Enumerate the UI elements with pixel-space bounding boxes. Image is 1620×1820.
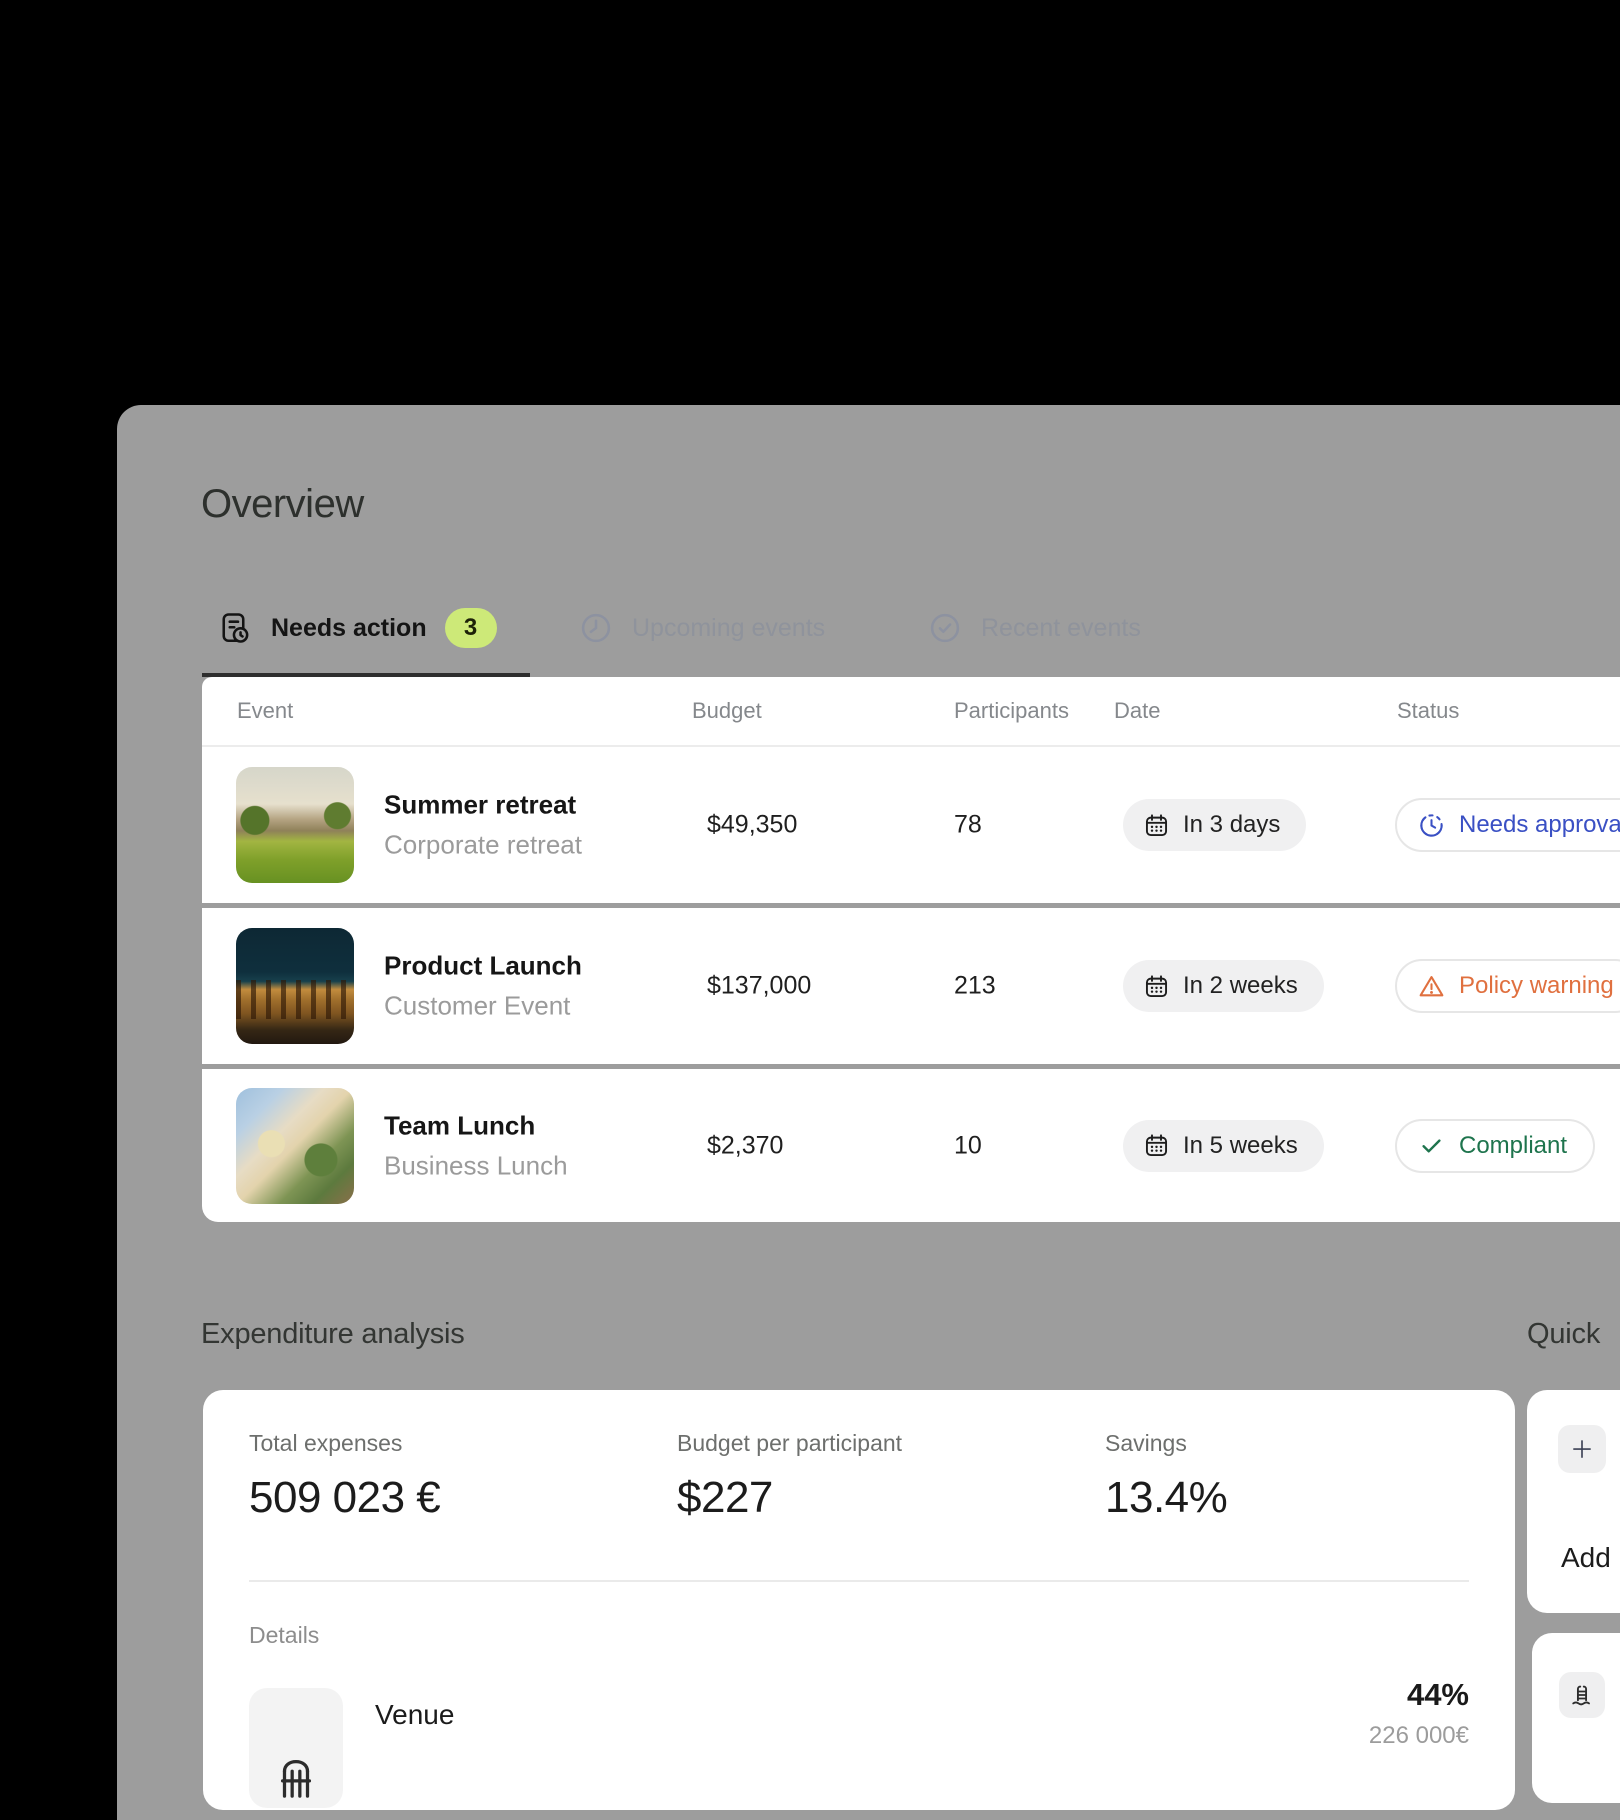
quick-actions-title: Quick (1527, 1318, 1600, 1351)
tab-recent-events[interactable]: Recent events (927, 604, 1141, 652)
tab-upcoming-events[interactable]: Upcoming events (578, 604, 825, 652)
stat-value: $227 (677, 1473, 902, 1523)
add-button[interactable] (1558, 1425, 1606, 1473)
budget-value: $49,350 (707, 811, 797, 840)
venue-icon-box (249, 1688, 343, 1808)
warning-triangle-icon (1417, 972, 1446, 1001)
event-title: Team Lunch (384, 1110, 568, 1141)
tab-needs-action[interactable]: Needs action 3 (202, 604, 530, 652)
check-icon (1417, 1131, 1446, 1160)
table-header: Event Budget Participants Date Status (202, 677, 1620, 747)
status-badge-policy-warning: Policy warning (1395, 959, 1620, 1013)
details-label: Details (249, 1622, 319, 1649)
table-row-team-lunch[interactable]: Team Lunch Business Lunch $2,370 10 In 5… (202, 1069, 1620, 1222)
date-chip: In 5 weeks (1123, 1120, 1324, 1172)
detail-item-percent: 44% (1407, 1678, 1469, 1712)
column-header-event: Event (237, 698, 293, 724)
detail-item-name: Venue (375, 1698, 454, 1732)
stat-label: Total expenses (249, 1430, 440, 1457)
events-table: Event Budget Participants Date Status Su… (202, 677, 1620, 1222)
event-subtitle: Corporate retreat (384, 830, 582, 861)
stat-total-expenses: Total expenses 509 023 € (249, 1430, 440, 1523)
calendar-icon (1143, 973, 1170, 1000)
tab-label: Upcoming events (632, 614, 825, 643)
stat-value: 509 023 € (249, 1473, 440, 1523)
budget-value: $2,370 (707, 1131, 783, 1160)
tab-label: Needs action (271, 614, 427, 643)
quick-action-add-card[interactable]: Add (1527, 1390, 1620, 1613)
date-chip-label: In 5 weeks (1183, 1132, 1298, 1160)
page-title: Overview (201, 482, 364, 527)
column-header-participants: Participants (954, 698, 1069, 724)
plus-icon (1569, 1436, 1595, 1462)
table-row-block: Product Launch Customer Event $137,000 2… (202, 908, 1620, 1064)
status-badge-needs-approval: Needs approval (1395, 798, 1620, 852)
add-card-label: Add (1561, 1542, 1611, 1574)
stat-value: 13.4% (1105, 1473, 1227, 1523)
date-chip-label: In 2 weeks (1183, 972, 1298, 1000)
date-chip: In 3 days (1123, 799, 1306, 851)
column-header-budget: Budget (692, 698, 762, 724)
card-divider (249, 1580, 1469, 1582)
venue-building-icon (273, 1754, 319, 1800)
table-row-product-launch[interactable]: Product Launch Customer Event $137,000 2… (202, 908, 1620, 1064)
date-chip-label: In 3 days (1183, 811, 1280, 839)
column-header-status: Status (1397, 698, 1459, 724)
stat-savings: Savings 13.4% (1105, 1430, 1227, 1523)
date-chip: In 2 weeks (1123, 960, 1324, 1012)
budget-value: $137,000 (707, 972, 811, 1001)
pool-ladder-icon (1568, 1681, 1596, 1709)
calendar-icon (1143, 1132, 1170, 1159)
event-subtitle: Business Lunch (384, 1150, 568, 1181)
status-label: Compliant (1459, 1132, 1567, 1160)
table-row-block: Team Lunch Business Lunch $2,370 10 In 5… (202, 1069, 1620, 1222)
expenditure-analysis-card: Total expenses 509 023 € Budget per part… (203, 1390, 1515, 1810)
status-label: Policy warning (1459, 972, 1614, 1000)
stat-budget-per-participant: Budget per participant $227 (677, 1430, 902, 1523)
table-row-summer-retreat[interactable]: Summer retreat Corporate retreat $49,350… (202, 747, 1620, 903)
event-thumbnail-terrace-restaurant (236, 1088, 354, 1204)
participants-value: 213 (954, 972, 996, 1001)
event-thumbnail-manor-house (236, 767, 354, 883)
event-subtitle: Customer Event (384, 991, 582, 1022)
table-header-and-row-block: Event Budget Participants Date Status Su… (202, 677, 1620, 903)
event-title: Summer retreat (384, 790, 582, 821)
event-title: Product Launch (384, 951, 582, 982)
check-circle-icon (927, 610, 963, 646)
stat-label: Budget per participant (677, 1430, 902, 1457)
pool-icon-box (1559, 1672, 1605, 1718)
calendar-icon (1143, 812, 1170, 839)
stat-label: Savings (1105, 1430, 1227, 1457)
column-header-date: Date (1114, 698, 1160, 724)
participants-value: 78 (954, 811, 982, 840)
expenditure-analysis-title: Expenditure analysis (201, 1318, 465, 1351)
quick-action-pool-card[interactable] (1532, 1633, 1620, 1803)
status-badge-compliant: Compliant (1395, 1119, 1595, 1173)
needs-action-icon (217, 610, 253, 646)
active-tab-indicator (202, 673, 530, 677)
detail-item-amount: 226 000€ (1369, 1722, 1469, 1750)
pending-clock-icon (1417, 811, 1446, 840)
clock-icon (578, 610, 614, 646)
participants-value: 10 (954, 1131, 982, 1160)
event-thumbnail-night-building (236, 928, 354, 1044)
status-label: Needs approval (1459, 811, 1620, 839)
needs-action-count-badge: 3 (445, 608, 497, 648)
tab-label: Recent events (981, 614, 1141, 643)
